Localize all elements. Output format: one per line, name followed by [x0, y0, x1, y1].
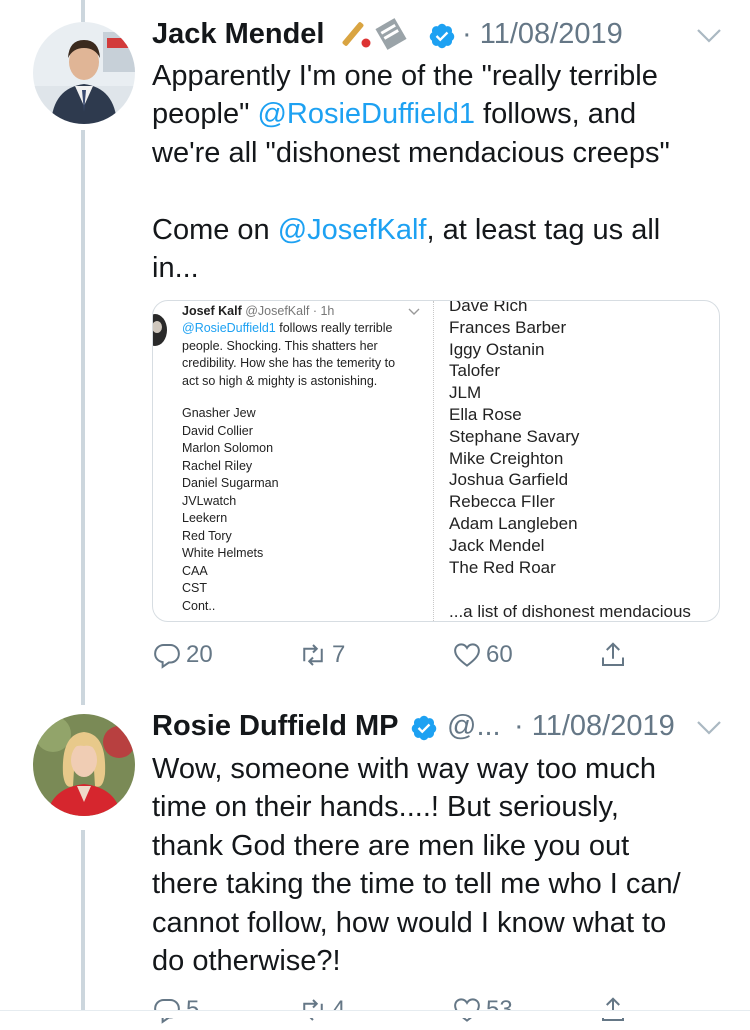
embedded-list-item: Talofer [449, 361, 501, 381]
reply-count: 20 [186, 641, 213, 668]
embedded-list-item: Frances Barber [449, 317, 567, 337]
embedded-list-item: Mike Creighton [449, 448, 564, 468]
retweet-icon [303, 644, 323, 666]
embedded-list-item: Red Tory [182, 528, 232, 543]
embedded-list-item: Adam Langleben [449, 513, 578, 533]
embedded-list-item: Cont.. [182, 598, 216, 613]
tweet-text-line: time on their hands....! But seriously, [152, 791, 619, 823]
thread-line [81, 130, 85, 705]
embedded-list-item: Marlon Solomon [182, 441, 274, 455]
embedded-list-item: Ella Rose [449, 404, 522, 424]
tweet-text-line: thank God there are men like you out [152, 830, 630, 862]
embedded-author: Josef Kalf [182, 304, 242, 318]
author-name[interactable]: Jack Mendel [152, 18, 324, 51]
embedded-left-list: Gnasher Jew David Collier Marlon Solomon Ra… [182, 405, 279, 615]
embedded-list-item: Rachel Riley [182, 458, 253, 473]
verified-badge-icon [411, 715, 437, 741]
tweet-date[interactable]: · 11/08/2019 [514, 710, 675, 743]
tweet-actions: 20 7 60 [152, 635, 652, 675]
tweet-text-line: cannot follow, how would I know what to [152, 907, 667, 939]
tweet-text-line: do otherwise?! [152, 945, 341, 977]
mention-link[interactable]: @JosefKalf [278, 214, 427, 246]
chevron-down-icon[interactable] [696, 28, 722, 44]
share-button[interactable] [598, 635, 632, 675]
embedded-list-item: Leekern [182, 511, 228, 525]
embedded-list-item: JVLwatch [182, 493, 237, 508]
embedded-avatar-icon [153, 314, 167, 346]
embedded-handle: @JosefKalf · 1h [245, 304, 335, 318]
embedded-list-item: White Helmets [182, 546, 264, 560]
tweet-text-line: there taking the time to tell me who I c… [152, 868, 681, 900]
tweet-text-line: people" @RosieDuffield1 follows, and [152, 98, 637, 130]
chevron-down-icon[interactable] [696, 720, 722, 736]
embedded-list-item: Joshua Garfield [449, 470, 569, 490]
share-icon [602, 642, 624, 666]
embedded-list-item: Jack Mendel [449, 535, 545, 555]
divider [433, 301, 434, 621]
embedded-text: @RosieDuffield1 follows really terrible … [182, 321, 396, 388]
embedded-list-item: David Collier [182, 423, 253, 438]
retweet-button[interactable]: 7 [298, 635, 345, 675]
embedded-list-item: Rebecca FIler [449, 492, 555, 512]
embedded-right-list: Dave Rich Frances Barber Iggy Ostanin Talof… [449, 300, 580, 578]
embedded-notes: Dave Rich Frances Barber Iggy Ostanin Talof… [449, 301, 719, 621]
mention-link[interactable]: @RosieDuffield1 [257, 98, 475, 130]
thread-line-bottom [81, 830, 85, 1010]
cricket-newspaper-icon [342, 18, 407, 50]
embedded-list-item: Stephane Savary [449, 426, 580, 446]
embedded-list-item: Dave Rich [449, 300, 528, 315]
like-count: 60 [486, 641, 513, 668]
tweet-text-line: Apparently I'm one of the "really terrib… [152, 60, 658, 92]
tweet-text-line: we're all "dishonest mendacious creeps" [152, 137, 670, 169]
embedded-list-item: CAA [182, 563, 208, 578]
embedded-list-item: The Red Roar [449, 557, 556, 577]
attached-image[interactable]: Josef Kalf @JosefKalf · 1h @RosieDuffiel… [152, 300, 720, 622]
verified-badge-icon [429, 23, 455, 49]
avatar-jack-mendel[interactable] [33, 22, 135, 124]
thread-line-top [81, 0, 85, 22]
retweet-count: 7 [332, 641, 346, 668]
embedded-list-item: Iggy Ostanin [449, 339, 545, 359]
embedded-tweet: Josef Kalf @JosefKalf · 1h @RosieDuffiel… [153, 301, 433, 621]
heart-icon [454, 643, 480, 667]
embedded-list-item: Gnasher Jew [182, 406, 256, 420]
author-emoji [342, 16, 408, 59]
embedded-list-item: CST [182, 581, 207, 595]
embedded-list-item: JLM [449, 383, 482, 403]
author-name[interactable]: Rosie Duffield MP [152, 710, 399, 743]
reply-button[interactable]: 20 [152, 635, 213, 675]
tweet-text-line: Wow, someone with way way too much [152, 753, 656, 785]
tweet-text-line: in... [152, 252, 199, 284]
embedded-list-item: Daniel Sugarman [182, 476, 279, 490]
tweet-text-line: Come on @JosefKalf, at least tag us all [152, 214, 661, 246]
avatar-rosie-duffield[interactable] [33, 714, 135, 816]
author-handle[interactable]: @... [447, 710, 501, 743]
reply-icon [154, 644, 180, 669]
embedded-footer: ...a list of dishonest mendacious [449, 602, 691, 621]
embedded-chevron-icon [408, 308, 420, 315]
tweet-date[interactable]: · 11/08/2019 [462, 18, 623, 51]
like-button[interactable]: 60 [452, 635, 513, 675]
